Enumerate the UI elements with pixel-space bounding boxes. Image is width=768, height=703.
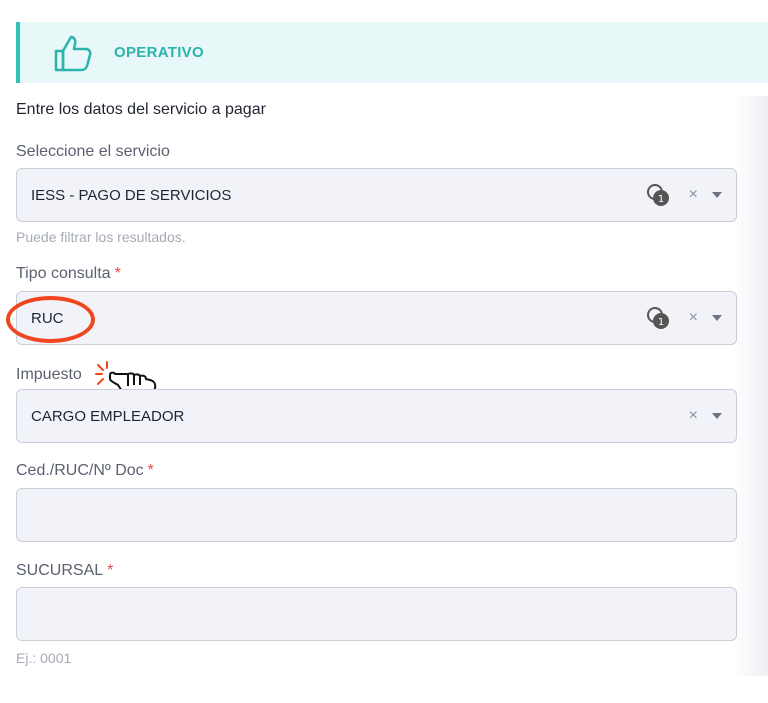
sucursal-input[interactable]	[16, 587, 737, 641]
form-title: Entre los datos del servicio a pagar	[16, 101, 266, 118]
service-select[interactable]: IESS - PAGO DE SERVICIOS 1 ×	[16, 168, 737, 222]
service-value: IESS - PAGO DE SERVICIOS	[31, 186, 232, 204]
tipo-value: RUC	[31, 309, 64, 327]
service-help: Puede filtrar los resultados.	[16, 229, 186, 245]
caret-down-icon[interactable]	[712, 413, 722, 419]
sucursal-label-text: SUCURSAL	[16, 562, 104, 579]
caret-down-icon[interactable]	[712, 315, 722, 321]
clear-icon[interactable]: ×	[689, 187, 698, 203]
coin-badge-icon: 1	[646, 184, 669, 206]
svg-text:1: 1	[657, 317, 663, 328]
clear-icon[interactable]: ×	[689, 310, 698, 326]
service-label: Seleccione el servicio	[16, 143, 170, 160]
clear-icon[interactable]: ×	[689, 408, 698, 424]
sucursal-label: SUCURSAL *	[16, 562, 113, 580]
ced-input[interactable]	[16, 488, 737, 542]
required-mark: *	[107, 562, 114, 579]
tipo-label: Tipo consulta *	[16, 265, 121, 283]
right-shadow	[732, 96, 768, 676]
impuesto-label: Impuesto	[16, 366, 82, 383]
status-text: OPERATIVO	[114, 44, 204, 61]
impuesto-select[interactable]: CARGO EMPLEADOR ×	[16, 389, 737, 443]
coin-badge-icon: 1	[646, 307, 669, 329]
svg-text:1: 1	[657, 194, 663, 205]
required-mark: *	[147, 462, 154, 479]
ced-label-text: Ced./RUC/Nº Doc	[16, 462, 144, 479]
tipo-select[interactable]: RUC 1 ×	[16, 291, 737, 345]
ced-label: Ced./RUC/Nº Doc *	[16, 462, 154, 480]
highlight-circle	[6, 296, 95, 343]
thumbs-up-icon	[54, 35, 92, 71]
impuesto-value: CARGO EMPLEADOR	[31, 407, 185, 425]
tipo-label-text: Tipo consulta	[16, 265, 111, 282]
required-mark: *	[114, 265, 121, 282]
caret-down-icon[interactable]	[712, 192, 722, 198]
payment-form-page: OPERATIVO Entre los datos del servicio a…	[0, 0, 768, 703]
status-banner: OPERATIVO	[16, 22, 768, 83]
sucursal-help: Ej.: 0001	[16, 650, 72, 666]
